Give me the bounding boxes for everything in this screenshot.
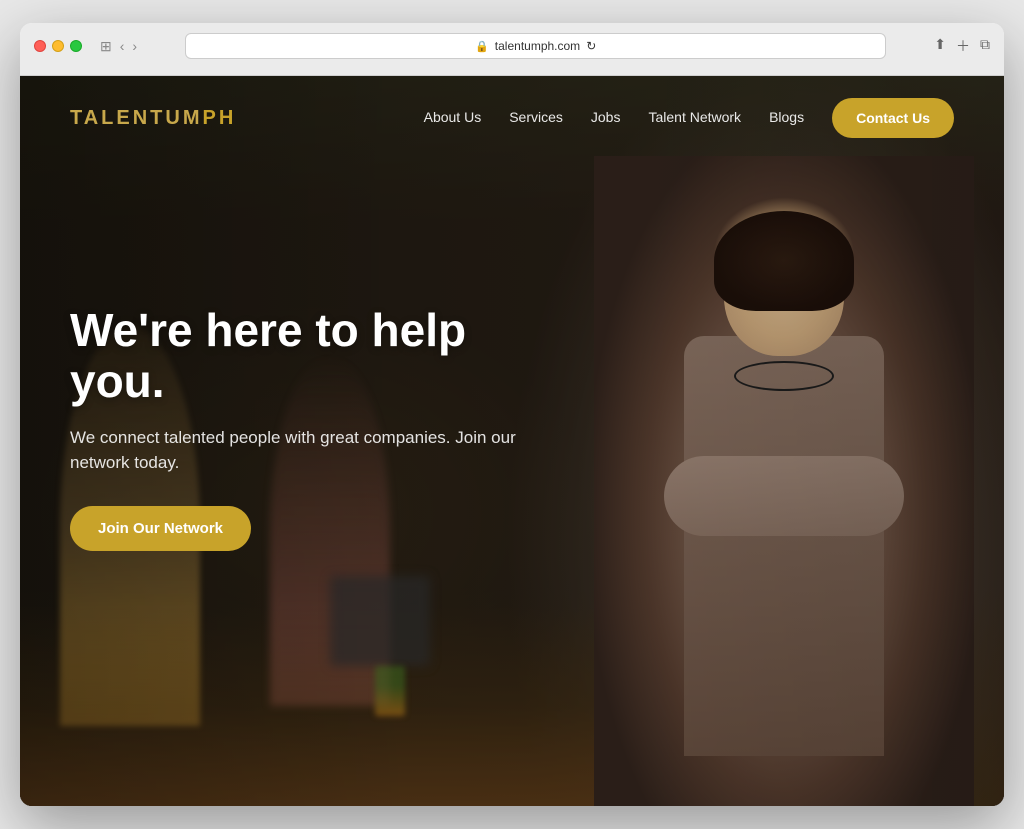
forward-button[interactable]: › — [132, 38, 137, 55]
contact-us-button[interactable]: Contact Us — [832, 98, 954, 138]
site-logo[interactable]: TALENTUMPH — [70, 107, 236, 130]
address-bar-row: 🔒 talentumph.com ↻ — [157, 33, 914, 59]
woman-hair — [714, 211, 854, 311]
browser-chrome: ⊞ ‹ › 🔒 talentumph.com ↻ ⬆ ＋ ⧉ — [20, 23, 1004, 76]
hero-content: We're here to help you. We connect talen… — [70, 305, 570, 550]
share-icon[interactable]: ⬆ — [934, 36, 946, 56]
browser-window: ⊞ ‹ › 🔒 talentumph.com ↻ ⬆ ＋ ⧉ — [20, 23, 1004, 806]
bg-table — [20, 606, 604, 806]
address-bar[interactable]: 🔒 talentumph.com ↻ — [185, 33, 886, 59]
nav-link-talent-network[interactable]: Talent Network — [648, 109, 741, 125]
traffic-lights — [34, 40, 82, 52]
nav-contact-button-wrapper: Contact Us — [832, 98, 954, 138]
hero-subtitle: We connect talented people with great co… — [70, 425, 570, 476]
website-container: TALENTUMPH About Us Services Jobs Talent… — [20, 76, 1004, 806]
nav-item-about[interactable]: About Us — [424, 109, 482, 127]
back-button[interactable]: ‹ — [120, 38, 125, 55]
browser-titlebar: ⊞ ‹ › 🔒 talentumph.com ↻ ⬆ ＋ ⧉ — [34, 33, 990, 59]
logo-part1: TALENTUM — [70, 107, 203, 129]
logo-part2: PH — [203, 107, 237, 129]
tabs-icon[interactable]: ⧉ — [980, 36, 990, 56]
browser-navigation: ⊞ ‹ › — [100, 38, 137, 55]
bg-monitor — [330, 576, 430, 666]
hero-title: We're here to help you. — [70, 305, 570, 406]
bg-plant — [375, 666, 405, 716]
nav-item-blogs[interactable]: Blogs — [769, 109, 804, 127]
nav-links: About Us Services Jobs Talent Network Bl… — [424, 98, 954, 138]
join-network-button[interactable]: Join Our Network — [70, 506, 251, 551]
navbar: TALENTUMPH About Us Services Jobs Talent… — [20, 76, 1004, 160]
minimize-button[interactable] — [52, 40, 64, 52]
nav-link-blogs[interactable]: Blogs — [769, 109, 804, 125]
lock-icon: 🔒 — [475, 40, 489, 53]
nav-link-about[interactable]: About Us — [424, 109, 482, 125]
reload-icon[interactable]: ↻ — [586, 39, 596, 53]
maximize-button[interactable] — [70, 40, 82, 52]
new-tab-icon[interactable]: ＋ — [956, 36, 970, 56]
woman-glasses — [734, 361, 834, 391]
window-icon[interactable]: ⊞ — [100, 38, 112, 55]
nav-link-jobs[interactable]: Jobs — [591, 109, 621, 125]
close-button[interactable] — [34, 40, 46, 52]
woman-body — [684, 336, 884, 756]
woman-arms — [664, 456, 904, 536]
url-text: talentumph.com — [495, 39, 580, 53]
nav-item-talent-network[interactable]: Talent Network — [648, 109, 741, 127]
nav-item-jobs[interactable]: Jobs — [591, 109, 621, 127]
hero-person-portrait — [594, 156, 974, 806]
nav-link-services[interactable]: Services — [509, 109, 563, 125]
browser-actions: ⬆ ＋ ⧉ — [934, 36, 990, 56]
nav-item-services[interactable]: Services — [509, 109, 563, 127]
